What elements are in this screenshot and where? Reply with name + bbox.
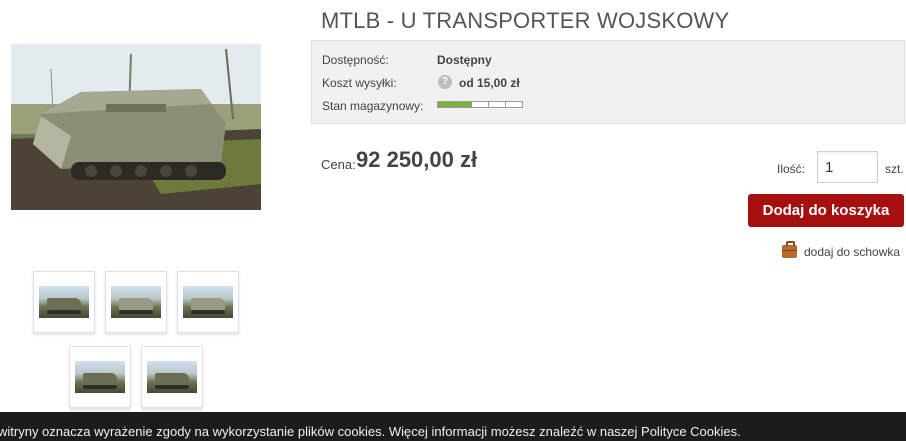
thumbnail-image [39,286,89,318]
stock-label: Stan magazynowy: [322,99,424,113]
availability-label: Dostępność: [322,53,389,67]
price-label: Cena: [321,157,356,172]
question-icon[interactable]: ? [438,75,452,89]
product-info-box: Dostępność: Dostępny Koszt wysyłki: ? od… [311,40,905,124]
shipping-label: Koszt wysyłki: [322,76,397,90]
availability-value: Dostępny [437,53,492,67]
thumbnail-2[interactable] [105,271,167,333]
thumbnail-image [147,361,197,393]
add-to-cart-button[interactable]: Dodaj do koszyka [748,194,904,227]
thumbnail-3[interactable] [177,271,239,333]
cookie-notice-text: witryny oznacza wyrażenie zgody na wykor… [0,424,741,439]
stock-level-bar [437,101,523,108]
briefcase-icon[interactable] [782,241,797,258]
thumbnail-5[interactable] [141,346,203,408]
thumbnail-image [75,361,125,393]
price-value: 92 250,00 zł [356,147,478,172]
thumbnail-1[interactable] [33,271,95,333]
quantity-input[interactable] [817,151,878,183]
product-title: MTLB - U TRANSPORTER WOJSKOWY [321,8,730,33]
thumbnail-image [183,286,233,318]
add-to-wishlist-link[interactable]: dodaj do schowka [804,245,900,259]
shipping-value: od 15,00 zł [459,76,520,90]
quantity-label: Ilość: [777,162,806,176]
thumbnail-4[interactable] [69,346,131,408]
cookie-notice-bar: witryny oznacza wyrażenie zgody na wykor… [0,412,906,441]
vehicle-photo-illustration [11,44,261,210]
thumbnail-image [111,286,161,318]
main-product-image[interactable] [11,44,261,210]
quantity-unit: szt. [885,162,904,176]
